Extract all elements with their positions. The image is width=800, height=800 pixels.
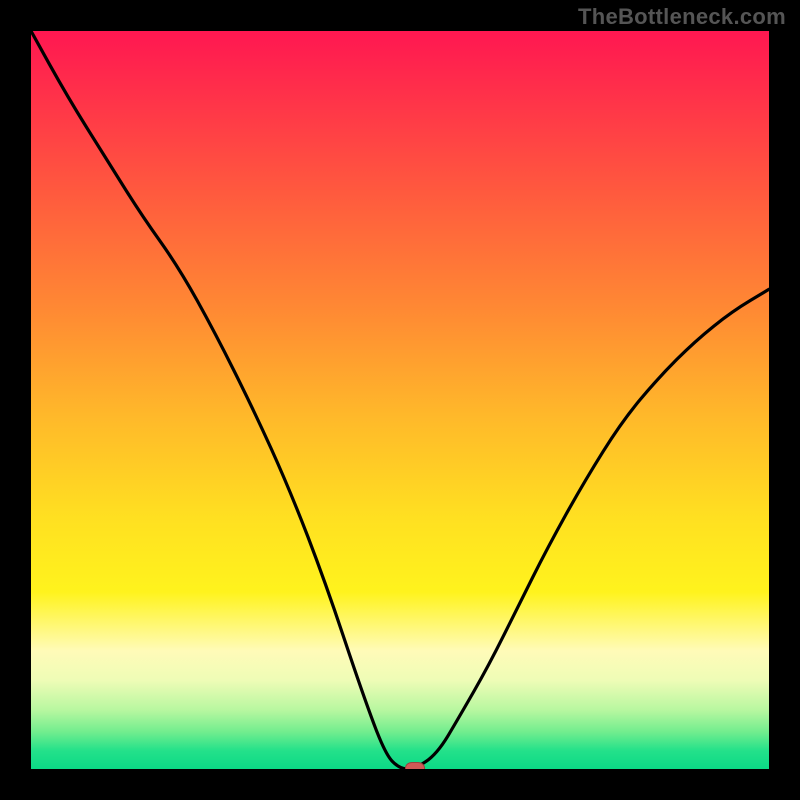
chart-frame: TheBottleneck.com bbox=[0, 0, 800, 800]
watermark-text: TheBottleneck.com bbox=[578, 4, 786, 30]
optimum-marker bbox=[405, 762, 425, 769]
bottleneck-curve bbox=[31, 31, 769, 769]
plot-area bbox=[31, 31, 769, 769]
